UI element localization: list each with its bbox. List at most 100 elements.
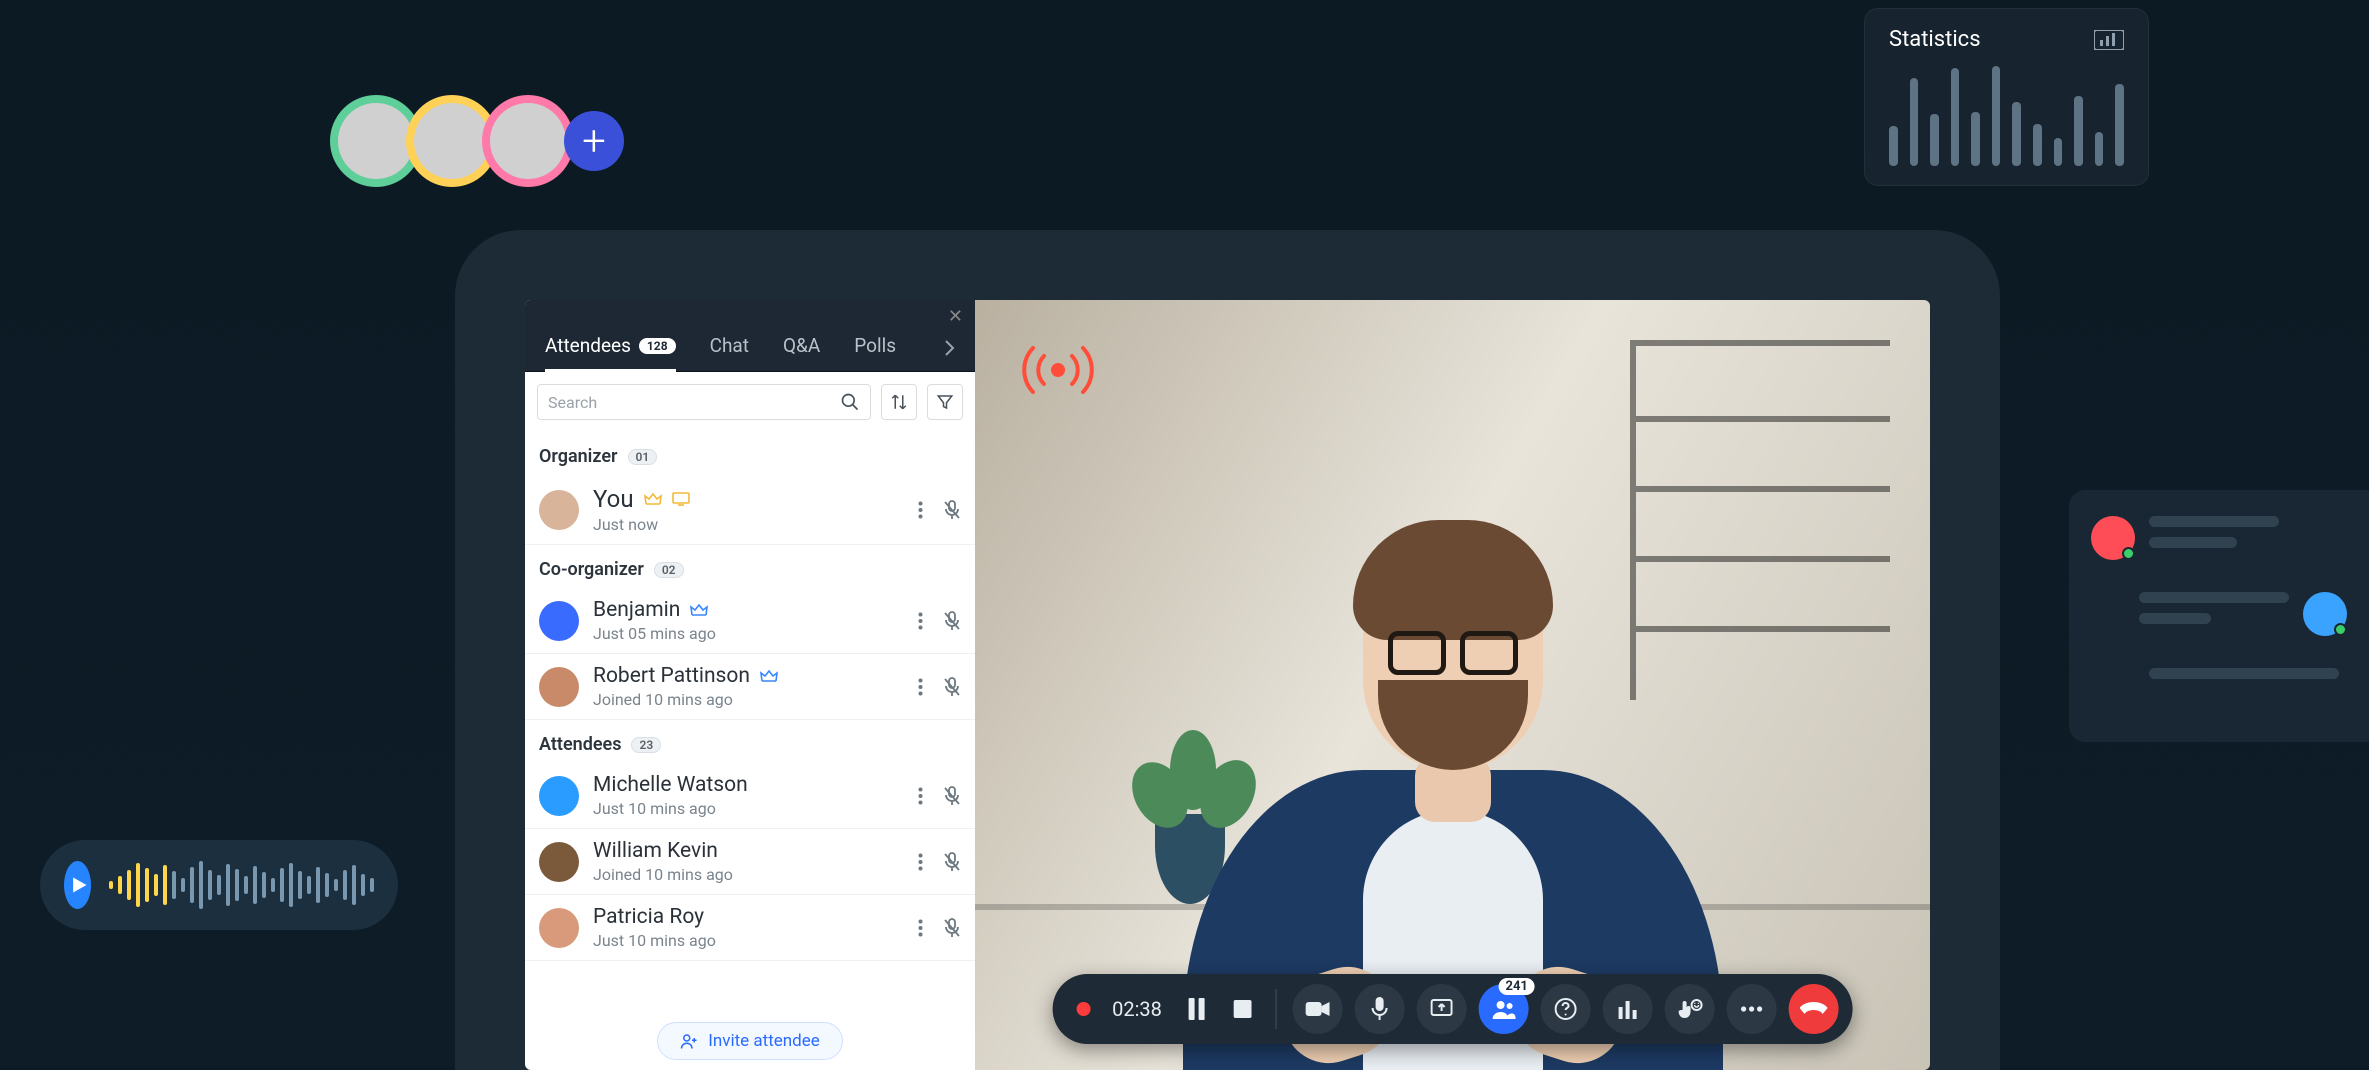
audio-recording-pill[interactable] <box>40 840 398 930</box>
attendees-panel: ✕ Attendees 128 Chat Q&A Polls Organizer01Yo… <box>525 300 975 1070</box>
stat-bar <box>1930 114 1939 166</box>
avatar <box>2091 516 2135 560</box>
attendee-row[interactable]: Patricia RoyJust 10 mins ago <box>525 895 975 961</box>
stat-bar <box>1910 78 1919 166</box>
add-avatar-button[interactable]: + <box>564 111 624 171</box>
reactions-button[interactable] <box>1665 984 1715 1034</box>
stat-bar <box>1889 126 1898 166</box>
waveform <box>109 860 374 910</box>
crown-icon <box>760 669 778 683</box>
attendee-name: William Kevin <box>593 839 718 863</box>
statistics-card[interactable]: Statistics <box>1864 8 2149 186</box>
chat-preview-card <box>2069 490 2369 742</box>
chat-message <box>2091 516 2347 560</box>
help-button[interactable] <box>1541 984 1591 1034</box>
panel-toolbar <box>525 372 975 432</box>
stat-bar <box>2012 102 2021 166</box>
chat-message <box>2091 668 2347 679</box>
mic-muted-icon[interactable] <box>943 786 961 806</box>
more-icon[interactable] <box>918 612 923 630</box>
device-frame: ✕ Attendees 128 Chat Q&A Polls Organizer01Yo… <box>455 230 2000 1070</box>
pause-button[interactable] <box>1180 984 1214 1034</box>
search-input[interactable] <box>548 393 840 412</box>
stop-button[interactable] <box>1226 984 1260 1034</box>
avatar <box>2303 592 2347 636</box>
section-header: Organizer01 <box>525 432 975 475</box>
tab-attendees[interactable]: Attendees 128 <box>545 334 676 371</box>
play-button[interactable] <box>64 861 91 909</box>
attendee-name: Robert Pattinson <box>593 664 750 688</box>
attendee-subtext: Just 10 mins ago <box>593 931 904 950</box>
mic-muted-icon[interactable] <box>943 611 961 631</box>
recording-timer: 02:38 <box>1112 997 1162 1021</box>
mic-muted-icon[interactable] <box>943 918 961 938</box>
camera-button[interactable] <box>1293 984 1343 1034</box>
attendee-row[interactable]: Robert PattinsonJoined 10 mins ago <box>525 654 975 720</box>
share-screen-button[interactable] <box>1417 984 1467 1034</box>
crown-icon <box>690 603 708 617</box>
avatar <box>539 601 579 641</box>
tab-label: Polls <box>854 334 896 357</box>
stat-bar <box>1951 68 1960 166</box>
more-icon[interactable] <box>918 678 923 696</box>
attendee-row[interactable]: Michelle WatsonJust 10 mins ago <box>525 763 975 829</box>
invite-attendee-button[interactable]: Invite attendee <box>657 1022 843 1060</box>
mic-muted-icon[interactable] <box>943 500 961 520</box>
more-options-button[interactable] <box>1727 984 1777 1034</box>
section-header: Attendees23 <box>525 720 975 763</box>
screen-share-icon <box>672 492 690 506</box>
attendee-row[interactable]: YouJust now <box>525 475 975 545</box>
tab-count-badge: 128 <box>639 338 676 354</box>
attendee-row[interactable]: William Kevin Joined 10 mins ago <box>525 829 975 895</box>
attendee-subtext: Joined 10 mins ago <box>593 865 904 884</box>
stat-bar <box>2033 124 2042 166</box>
chat-message <box>2091 592 2347 636</box>
avatar <box>539 776 579 816</box>
participants-button[interactable]: 241 <box>1479 984 1529 1034</box>
section-title: Organizer <box>539 446 618 467</box>
more-icon[interactable] <box>918 919 923 937</box>
section-header: Co-organizer02 <box>525 545 975 588</box>
participants-count-badge: 241 <box>1499 978 1535 995</box>
attendee-name: Michelle Watson <box>593 773 748 797</box>
attendee-subtext: Just now <box>593 515 904 534</box>
microphone-button[interactable] <box>1355 984 1405 1034</box>
more-icon[interactable] <box>918 853 923 871</box>
section-count: 02 <box>654 562 684 578</box>
chevron-right-icon[interactable] <box>943 339 955 371</box>
tab-label: Chat <box>710 334 749 357</box>
statistics-title: Statistics <box>1889 27 1981 52</box>
attendee-row[interactable]: BenjaminJust 05 mins ago <box>525 588 975 654</box>
more-icon[interactable] <box>918 787 923 805</box>
meeting-window: ✕ Attendees 128 Chat Q&A Polls Organizer01Yo… <box>525 300 1930 1070</box>
more-icon[interactable] <box>918 501 923 519</box>
mic-muted-icon[interactable] <box>943 852 961 872</box>
stat-bar <box>2054 138 2063 166</box>
sort-button[interactable] <box>881 384 917 420</box>
chart-icon <box>2094 30 2124 50</box>
avatar[interactable] <box>482 95 574 187</box>
video-area: 02:38 241 <box>975 300 1930 1070</box>
tab-qa[interactable]: Q&A <box>783 334 820 371</box>
attendee-list: Organizer01YouJust nowCo-organizer02Benj… <box>525 432 975 1008</box>
avatar <box>539 908 579 948</box>
filter-button[interactable] <box>927 384 963 420</box>
search-input-wrapper[interactable] <box>537 384 871 420</box>
mic-muted-icon[interactable] <box>943 677 961 697</box>
avatar <box>539 667 579 707</box>
end-call-button[interactable] <box>1789 984 1839 1034</box>
panel-tabs: Attendees 128 Chat Q&A Polls <box>525 300 975 372</box>
stat-bar <box>2095 132 2104 166</box>
section-count: 23 <box>631 737 661 753</box>
polls-button[interactable] <box>1603 984 1653 1034</box>
search-icon[interactable] <box>840 392 860 412</box>
play-icon <box>69 875 89 895</box>
add-user-icon <box>680 1032 698 1050</box>
recording-indicator <box>1076 1002 1090 1016</box>
tab-label: Attendees <box>545 334 631 357</box>
tab-chat[interactable]: Chat <box>710 334 749 371</box>
avatar <box>539 490 579 530</box>
stat-bar <box>2115 84 2124 166</box>
close-icon[interactable]: ✕ <box>948 306 963 327</box>
tab-polls[interactable]: Polls <box>854 334 896 371</box>
